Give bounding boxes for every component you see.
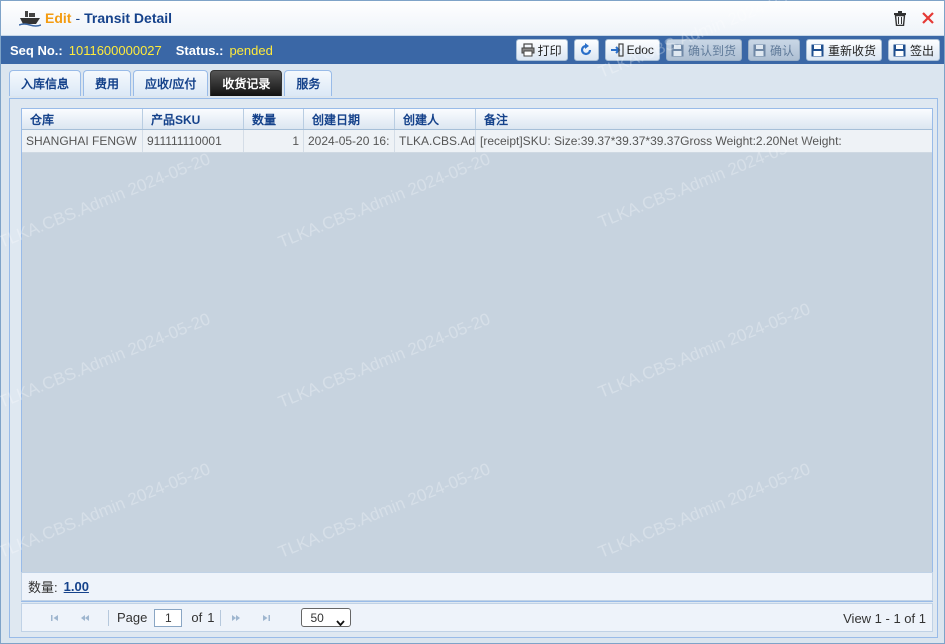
confirm-label: 确认 [769, 43, 794, 58]
first-page-icon[interactable] [48, 611, 62, 625]
sign-out-button[interactable]: 签出 [887, 39, 940, 61]
close-icon[interactable] [920, 10, 936, 26]
confirm-arrival-label: 确认到货 [687, 43, 736, 58]
save-icon [811, 43, 825, 57]
tab-receiving-records[interactable]: 收货记录 [210, 70, 283, 96]
edit-label: Edit [45, 10, 72, 26]
table-row[interactable]: SHANGHAI FENGW 911111110001 1 2024-05-20… [22, 130, 932, 153]
seq-value: 1011600000027 [68, 42, 162, 58]
re-receive-label: 重新收货 [827, 43, 876, 58]
tab-services[interactable]: 服务 [284, 70, 333, 96]
info-bar: Seq No.: 1011600000027 Status.: pended 打… [1, 36, 944, 64]
cell-sku: 911111110001 [143, 130, 244, 152]
total-pages: 1 [207, 610, 215, 625]
pager-divider [108, 609, 109, 626]
confirm-button[interactable]: 确认 [747, 39, 800, 61]
status-label: Status.: [175, 42, 224, 58]
page-size-value: 50 [310, 610, 324, 625]
column-header-sku[interactable]: 产品SKU [143, 109, 244, 129]
page-number-input[interactable]: 1 [154, 608, 183, 627]
column-header-remarks[interactable]: 备注 [476, 109, 932, 129]
status-value: pended [229, 42, 273, 58]
column-header-quantity[interactable]: 数量 [244, 109, 304, 129]
page-size-select[interactable]: 50 [301, 608, 352, 629]
title-separator: - [75, 10, 81, 26]
import-icon [610, 43, 624, 57]
confirm-arrival-button[interactable]: 确认到货 [665, 39, 742, 61]
window-actions [892, 10, 936, 26]
grid-header: 仓库 产品SKU 数量 创建日期 创建人 备注 [22, 109, 932, 130]
print-label: 打印 [537, 43, 562, 58]
of-label: of [191, 610, 203, 625]
ship-icon [19, 8, 41, 28]
cell-created-date: 2024-05-20 16: [304, 130, 395, 152]
pagination-bar: Page 1 of 1 50 View 1 - 1 of 1 [21, 603, 933, 632]
summary-quantity-value[interactable]: 1.00 [64, 579, 89, 594]
cell-warehouse: SHANGHAI FENGW [22, 130, 143, 152]
next-page-icon[interactable] [229, 611, 243, 625]
edoc-button[interactable]: Edoc [604, 39, 660, 61]
save-icon [671, 43, 685, 57]
page-label: Page [117, 610, 148, 625]
save-icon [893, 43, 907, 57]
print-button[interactable]: 打印 [515, 39, 568, 61]
column-header-warehouse[interactable]: 仓库 [22, 109, 143, 129]
chevron-down-icon [336, 615, 346, 629]
tab-receivable-payable[interactable]: 应收/应付 [133, 70, 209, 96]
receiving-records-grid: 仓库 产品SKU 数量 创建日期 创建人 备注 SHANGHAI FENGW 9… [21, 108, 933, 602]
prev-page-icon[interactable] [78, 611, 92, 625]
tab-fees[interactable]: 费用 [83, 70, 132, 96]
tab-content-panel: 仓库 产品SKU 数量 创建日期 创建人 备注 SHANGHAI FENGW 9… [9, 98, 938, 638]
toolbar: 打印 Edoc 确认到货 确认 重新收货 签出 [515, 39, 940, 61]
tab-bar: 入库信息 费用 应收/应付 收货记录 服务 [9, 70, 333, 96]
sign-out-label: 签出 [909, 43, 934, 58]
last-page-icon[interactable] [259, 611, 273, 625]
printer-icon [521, 43, 535, 57]
seq-label: Seq No.: [10, 42, 63, 58]
summary-quantity-label: 数量: [28, 580, 58, 595]
refresh-button[interactable] [573, 39, 599, 61]
cell-remarks: [receipt]SKU: Size:39.37*39.37*39.37Gros… [480, 134, 842, 148]
edoc-label: Edoc [626, 43, 654, 57]
save-icon [753, 43, 767, 57]
trash-icon[interactable] [892, 10, 908, 26]
refresh-icon [579, 43, 593, 57]
grid-summary: 数量: 1.00 [21, 572, 933, 601]
pager-divider [220, 609, 222, 626]
cell-creator: TLKA.CBS.Ad [395, 130, 476, 152]
column-header-creator[interactable]: 创建人 [395, 109, 476, 129]
title-bar: Edit - Transit Detail [1, 1, 944, 36]
tab-inbound-info[interactable]: 入库信息 [9, 70, 82, 96]
transit-detail-window: Edit - Transit Detail Seq No.: 101160000… [0, 0, 945, 644]
column-header-created-date[interactable]: 创建日期 [304, 109, 395, 129]
re-receive-button[interactable]: 重新收货 [805, 39, 882, 61]
cell-quantity: 1 [244, 130, 304, 152]
window-title: Transit Detail [84, 10, 173, 26]
view-range-text: View 1 - 1 of 1 [843, 611, 926, 626]
